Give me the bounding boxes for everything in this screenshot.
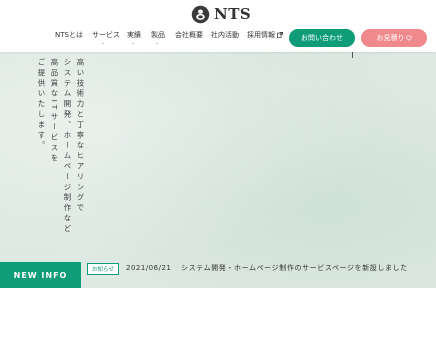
nav-item-recruit-label: 採用情報 [247,31,275,39]
nav-item-activities[interactable]: 社内活動 [211,30,239,40]
chevron-down-icon: ⌄ [155,40,160,46]
nav-item-services[interactable]: サービス [92,30,120,40]
hero-copy-line-2: システム開発、ホームページ制作など [63,58,72,235]
nav-item-works[interactable]: 実績 [127,30,141,40]
contact-button[interactable]: お問い合わせ [289,29,355,47]
news-date: 2021/06/21 [126,264,172,272]
news-category-badge: お知らせ [87,263,119,275]
news-item[interactable]: お知らせ 2021/06/21 システム開発・ホームページ制作のサービスページを… [81,262,436,288]
logo-emblem-icon [191,5,210,23]
hero-copy-line-1: 高い技術力と丁寧なヒアリングで [76,58,85,214]
chevron-down-icon: ⌄ [131,40,136,46]
hero-copy-line-4: ご提供いたします。 [37,58,46,152]
news-section-label: NEW INFO [0,262,81,288]
site-logo[interactable]: NTS [191,4,251,24]
nav-item-about[interactable]: NTSとは [55,30,83,40]
external-link-icon [277,32,283,38]
nav-item-company[interactable]: 会社概要 [175,30,203,40]
logo-text: NTS [214,5,252,23]
chevron-down-icon: ⌄ [101,40,106,46]
estimate-button-label: お見積り [376,34,405,42]
hero-copy-line-3: 高品質なITサービスを [50,58,59,165]
heart-icon [405,35,412,41]
hero-accent-line [352,52,353,58]
nav-item-recruit[interactable]: 採用情報 [247,30,283,40]
news-title-link[interactable]: システム開発・ホームページ制作のサービスページを新設しました [181,263,408,273]
nav-item-products[interactable]: 製品 [151,30,165,40]
site-header: NTS NTSとは サービス ⌄ 実績 ⌄ 製品 ⌄ 会社概要 社内活動 採用情… [0,0,436,52]
hero-section: 高い技術力と丁寧なヒアリングで システム開発、ホームページ制作など 高品質なIT… [0,52,436,288]
estimate-button[interactable]: お見積り [361,29,427,47]
